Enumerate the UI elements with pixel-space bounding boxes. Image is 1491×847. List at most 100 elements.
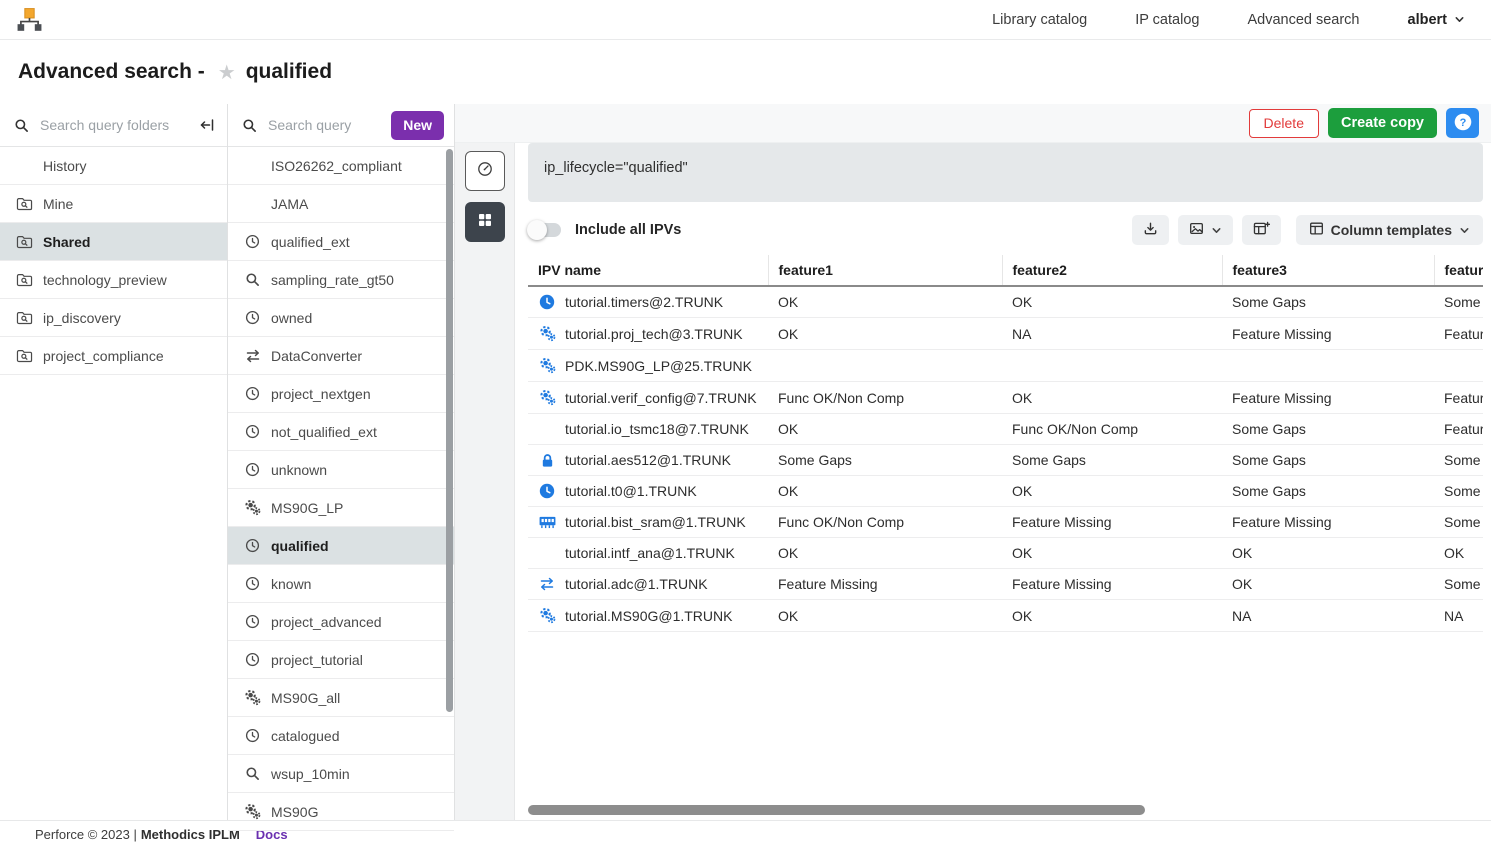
table-row[interactable]: tutorial.adc@1.TRUNKFeature MissingFeatu… — [528, 569, 1483, 600]
folders-search-input[interactable] — [38, 116, 188, 134]
table-row[interactable]: tutorial.aes512@1.TRUNKSome GapsSome Gap… — [528, 445, 1483, 476]
ipv-name: tutorial.intf_ana@1.TRUNK — [565, 545, 735, 561]
column-header-feature4[interactable]: feature4 — [1434, 255, 1483, 286]
app-logo-icon[interactable] — [16, 7, 43, 32]
query-item-label: project_nextgen — [271, 386, 371, 402]
query-item-project_nextgen[interactable]: project_nextgen — [228, 375, 454, 413]
include-all-ipvs-control: Include all IPVs — [528, 222, 681, 238]
results-table: IPV name feature1 feature2 feature3 feat… — [528, 255, 1483, 632]
swap-icon — [538, 576, 556, 592]
query-item-sampling_rate_gt50[interactable]: sampling_rate_gt50 — [228, 261, 454, 299]
feature-cell: Some Gaps — [1222, 476, 1434, 507]
user-menu[interactable]: albert — [1408, 12, 1466, 28]
query-item-label: sampling_rate_gt50 — [271, 272, 394, 288]
ipv-name-cell: tutorial.proj_tech@3.TRUNK — [528, 318, 768, 350]
table-view-button[interactable] — [465, 202, 505, 242]
folder-item-History[interactable]: History — [0, 147, 227, 185]
queries-search-input[interactable] — [266, 116, 382, 134]
column-header-ipv-name[interactable]: IPV name — [528, 255, 768, 286]
table-horizontal-scrollbar[interactable] — [528, 805, 1145, 815]
delete-button[interactable]: Delete — [1249, 109, 1319, 138]
query-item-project_tutorial[interactable]: project_tutorial — [228, 641, 454, 679]
nav-advanced-search[interactable]: Advanced search — [1247, 12, 1359, 28]
gears-icon — [244, 689, 261, 706]
table-row[interactable]: tutorial.bist_sram@1.TRUNKFunc OK/Non Co… — [528, 507, 1483, 538]
queries-scrollbar[interactable] — [446, 149, 453, 712]
query-item-MS90G_all[interactable]: MS90G_all — [228, 679, 454, 717]
add-column-button[interactable] — [1242, 215, 1281, 245]
table-row[interactable]: tutorial.t0@1.TRUNKOKOKSome GapsSome Gap… — [528, 476, 1483, 507]
query-item-label: DataConverter — [271, 348, 362, 364]
footer-brand: Methodics IPLM — [141, 827, 240, 842]
table-row[interactable]: tutorial.verif_config@7.TRUNKFunc OK/Non… — [528, 382, 1483, 414]
page-title-query-name: qualified — [246, 60, 332, 84]
table-row[interactable]: tutorial.intf_ana@1.TRUNKOKOKOKOK — [528, 538, 1483, 569]
query-item-wsup_10min[interactable]: wsup_10min — [228, 755, 454, 793]
query-item-project_advanced[interactable]: project_advanced — [228, 603, 454, 641]
download-button[interactable] — [1132, 215, 1169, 245]
column-templates-button[interactable]: Column templates — [1296, 215, 1483, 245]
feature-cell: OK — [768, 538, 1002, 569]
query-item-DataConverter[interactable]: DataConverter — [228, 337, 454, 375]
gears-icon — [244, 803, 261, 820]
feature-cell: Some Gaps — [1434, 569, 1483, 600]
ipv-name-cell: tutorial.timers@2.TRUNK — [528, 286, 768, 318]
lock-icon — [538, 453, 556, 468]
ipv-name-cell: tutorial.verif_config@7.TRUNK — [528, 382, 768, 414]
table-row[interactable]: tutorial.io_tsmc18@7.TRUNKOKFunc OK/Non … — [528, 414, 1483, 445]
clock-icon — [244, 386, 261, 401]
query-item-label: owned — [271, 310, 312, 326]
feature-cell: Some Gaps — [1222, 445, 1434, 476]
query-item-ISO26262_compliant[interactable]: ISO26262_compliant — [228, 147, 454, 185]
nav-ip-catalog[interactable]: IP catalog — [1135, 12, 1199, 28]
dashboard-view-button[interactable] — [465, 151, 505, 191]
clock-icon — [244, 234, 261, 249]
help-button[interactable]: ? — [1446, 108, 1479, 138]
new-query-button[interactable]: New — [391, 111, 444, 140]
star-icon[interactable]: ★ — [218, 60, 236, 85]
query-item-qualified[interactable]: qualified — [228, 527, 454, 565]
export-image-button[interactable] — [1178, 215, 1233, 245]
feature-cell: OK — [1434, 538, 1483, 569]
column-header-feature2[interactable]: feature2 — [1002, 255, 1222, 286]
query-expression-box[interactable]: ip_lifecycle="qualified" — [528, 143, 1483, 202]
query-item-qualified_ext[interactable]: qualified_ext — [228, 223, 454, 261]
folder-item-technology_preview[interactable]: technology_preview — [0, 261, 227, 299]
table-row[interactable]: tutorial.MS90G@1.TRUNKOKOKNANA — [528, 600, 1483, 632]
nav-library-catalog[interactable]: Library catalog — [992, 12, 1087, 28]
ipv-name: tutorial.aes512@1.TRUNK — [565, 452, 731, 468]
query-item-known[interactable]: known — [228, 565, 454, 603]
folder-item-ip_discovery[interactable]: ip_discovery — [0, 299, 227, 337]
collapse-panel-icon[interactable] — [197, 115, 217, 135]
controls-row: Include all IPVs — [528, 212, 1483, 248]
query-item-not_qualified_ext[interactable]: not_qualified_ext — [228, 413, 454, 451]
folder-item-Shared[interactable]: Shared — [0, 223, 227, 261]
query-item-JAMA[interactable]: JAMA — [228, 185, 454, 223]
question-icon: ? — [1453, 112, 1473, 135]
table-row[interactable]: PDK.MS90G_LP@25.TRUNK — [528, 350, 1483, 382]
table-row[interactable]: tutorial.timers@2.TRUNKOKOKSome GapsSome… — [528, 286, 1483, 318]
query-item-catalogued[interactable]: catalogued — [228, 717, 454, 755]
work-area: ip_lifecycle="qualified" Include all IPV… — [455, 143, 1491, 820]
query-folders-panel: HistoryMineSharedtechnology_previewip_di… — [0, 104, 228, 820]
query-item-owned[interactable]: owned — [228, 299, 454, 337]
chevron-down-icon — [1454, 14, 1465, 25]
include-all-ipvs-toggle[interactable] — [528, 223, 561, 237]
query-item-MS90G[interactable]: MS90G — [228, 793, 454, 831]
feature-cell: NA — [1434, 600, 1483, 632]
query-item-MS90G_LP[interactable]: MS90G_LP — [228, 489, 454, 527]
table-row[interactable]: tutorial.proj_tech@3.TRUNKOKNAFeature Mi… — [528, 318, 1483, 350]
create-copy-button[interactable]: Create copy — [1328, 108, 1437, 138]
search-icon — [242, 118, 257, 133]
folder-item-Mine[interactable]: Mine — [0, 185, 227, 223]
search-icon — [14, 118, 29, 133]
folder-search-icon — [16, 196, 33, 211]
gears-icon — [538, 389, 556, 406]
column-header-feature3[interactable]: feature3 — [1222, 255, 1434, 286]
column-header-feature1[interactable]: feature1 — [768, 255, 1002, 286]
query-item-label: project_advanced — [271, 614, 382, 630]
folder-item-project_compliance[interactable]: project_compliance — [0, 337, 227, 375]
query-item-label: not_qualified_ext — [271, 424, 377, 440]
column-templates-label: Column templates — [1331, 222, 1452, 238]
query-item-unknown[interactable]: unknown — [228, 451, 454, 489]
